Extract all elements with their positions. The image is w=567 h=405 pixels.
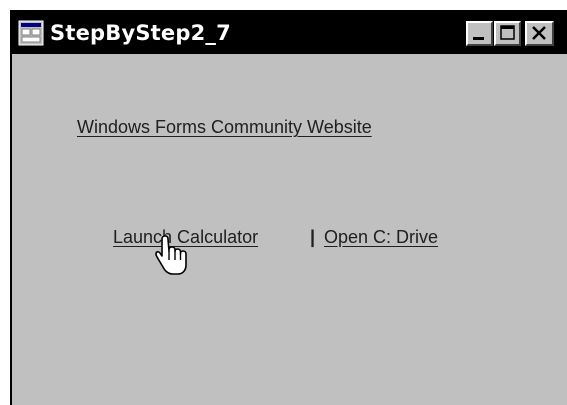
maximize-button[interactable] <box>494 21 521 46</box>
minimize-icon <box>473 37 484 40</box>
app-window: StepByStep2_7 Windows Forms Community We… <box>10 10 567 405</box>
hand-pointer-cursor-icon <box>155 234 189 276</box>
maximize-icon <box>500 25 515 40</box>
open-c-drive-link[interactable]: Open C: Drive <box>324 227 438 248</box>
window-app-icon[interactable] <box>18 20 44 46</box>
minimize-button[interactable] <box>466 21 493 46</box>
close-icon <box>532 26 546 40</box>
close-button[interactable] <box>525 21 554 46</box>
link-separator: | <box>310 227 316 247</box>
title-bar[interactable]: StepByStep2_7 <box>12 12 567 54</box>
community-website-link[interactable]: Windows Forms Community Website <box>77 117 372 138</box>
window-title: StepByStep2_7 <box>50 21 231 45</box>
